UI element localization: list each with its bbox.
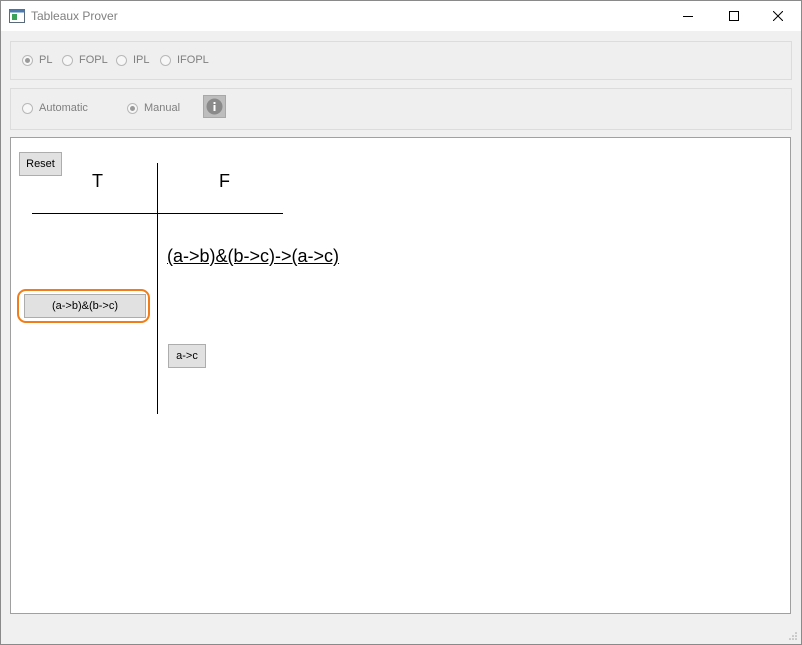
reset-button[interactable]: Reset — [19, 152, 62, 176]
window-title: Tableaux Prover — [31, 9, 118, 23]
radio-circle[interactable] — [62, 54, 73, 66]
false-column-header: F — [219, 171, 230, 191]
radio-fopl[interactable]: FOPL — [62, 54, 108, 66]
radio-label: IFOPL — [177, 54, 209, 66]
resize-grip-icon[interactable] — [788, 631, 798, 641]
tableau-vertical-divider — [157, 163, 158, 414]
logic-selector-group: PL FOPL IPL IFOPL — [10, 41, 792, 80]
maximize-button[interactable] — [711, 1, 757, 31]
maximize-icon — [729, 11, 739, 21]
radio-circle[interactable] — [22, 102, 33, 114]
title-bar[interactable]: Tableaux Prover — [1, 1, 801, 31]
app-window: Tableaux Prover PL FOPL IPL IFOPL Automa… — [0, 0, 802, 645]
radio-ifopl[interactable]: IFOPL — [160, 54, 209, 66]
radio-pl[interactable]: PL — [22, 54, 52, 66]
close-button[interactable] — [755, 1, 801, 31]
tableau-horizontal-divider — [32, 213, 283, 214]
info-button[interactable] — [203, 95, 226, 118]
radio-circle[interactable] — [22, 54, 33, 66]
minimize-button[interactable] — [665, 1, 711, 31]
app-icon — [9, 9, 25, 23]
info-icon — [206, 98, 223, 115]
tableau-canvas: Reset T F (a->b)&(b->c)->(a->c) (a->b)&(… — [10, 137, 791, 614]
radio-label: IPL — [133, 54, 150, 66]
radio-automatic[interactable]: Automatic — [22, 102, 88, 114]
true-column-header: T — [92, 171, 103, 191]
false-node-button[interactable]: a->c — [168, 344, 206, 368]
radio-circle[interactable] — [160, 54, 171, 66]
radio-circle[interactable] — [116, 54, 127, 66]
radio-ipl[interactable]: IPL — [116, 54, 150, 66]
radio-label: Automatic — [39, 102, 88, 114]
radio-label: FOPL — [79, 54, 108, 66]
true-node-button[interactable]: (a->b)&(b->c) — [24, 294, 146, 318]
radio-manual[interactable]: Manual — [127, 102, 180, 114]
minimize-icon — [683, 16, 693, 17]
close-icon — [773, 11, 783, 21]
root-formula[interactable]: (a->b)&(b->c)->(a->c) — [167, 246, 339, 267]
radio-label: Manual — [144, 102, 181, 114]
mode-selector-group: Automatic Manual — [10, 88, 792, 130]
radio-circle[interactable] — [127, 102, 138, 114]
radio-label: PL — [39, 54, 53, 66]
